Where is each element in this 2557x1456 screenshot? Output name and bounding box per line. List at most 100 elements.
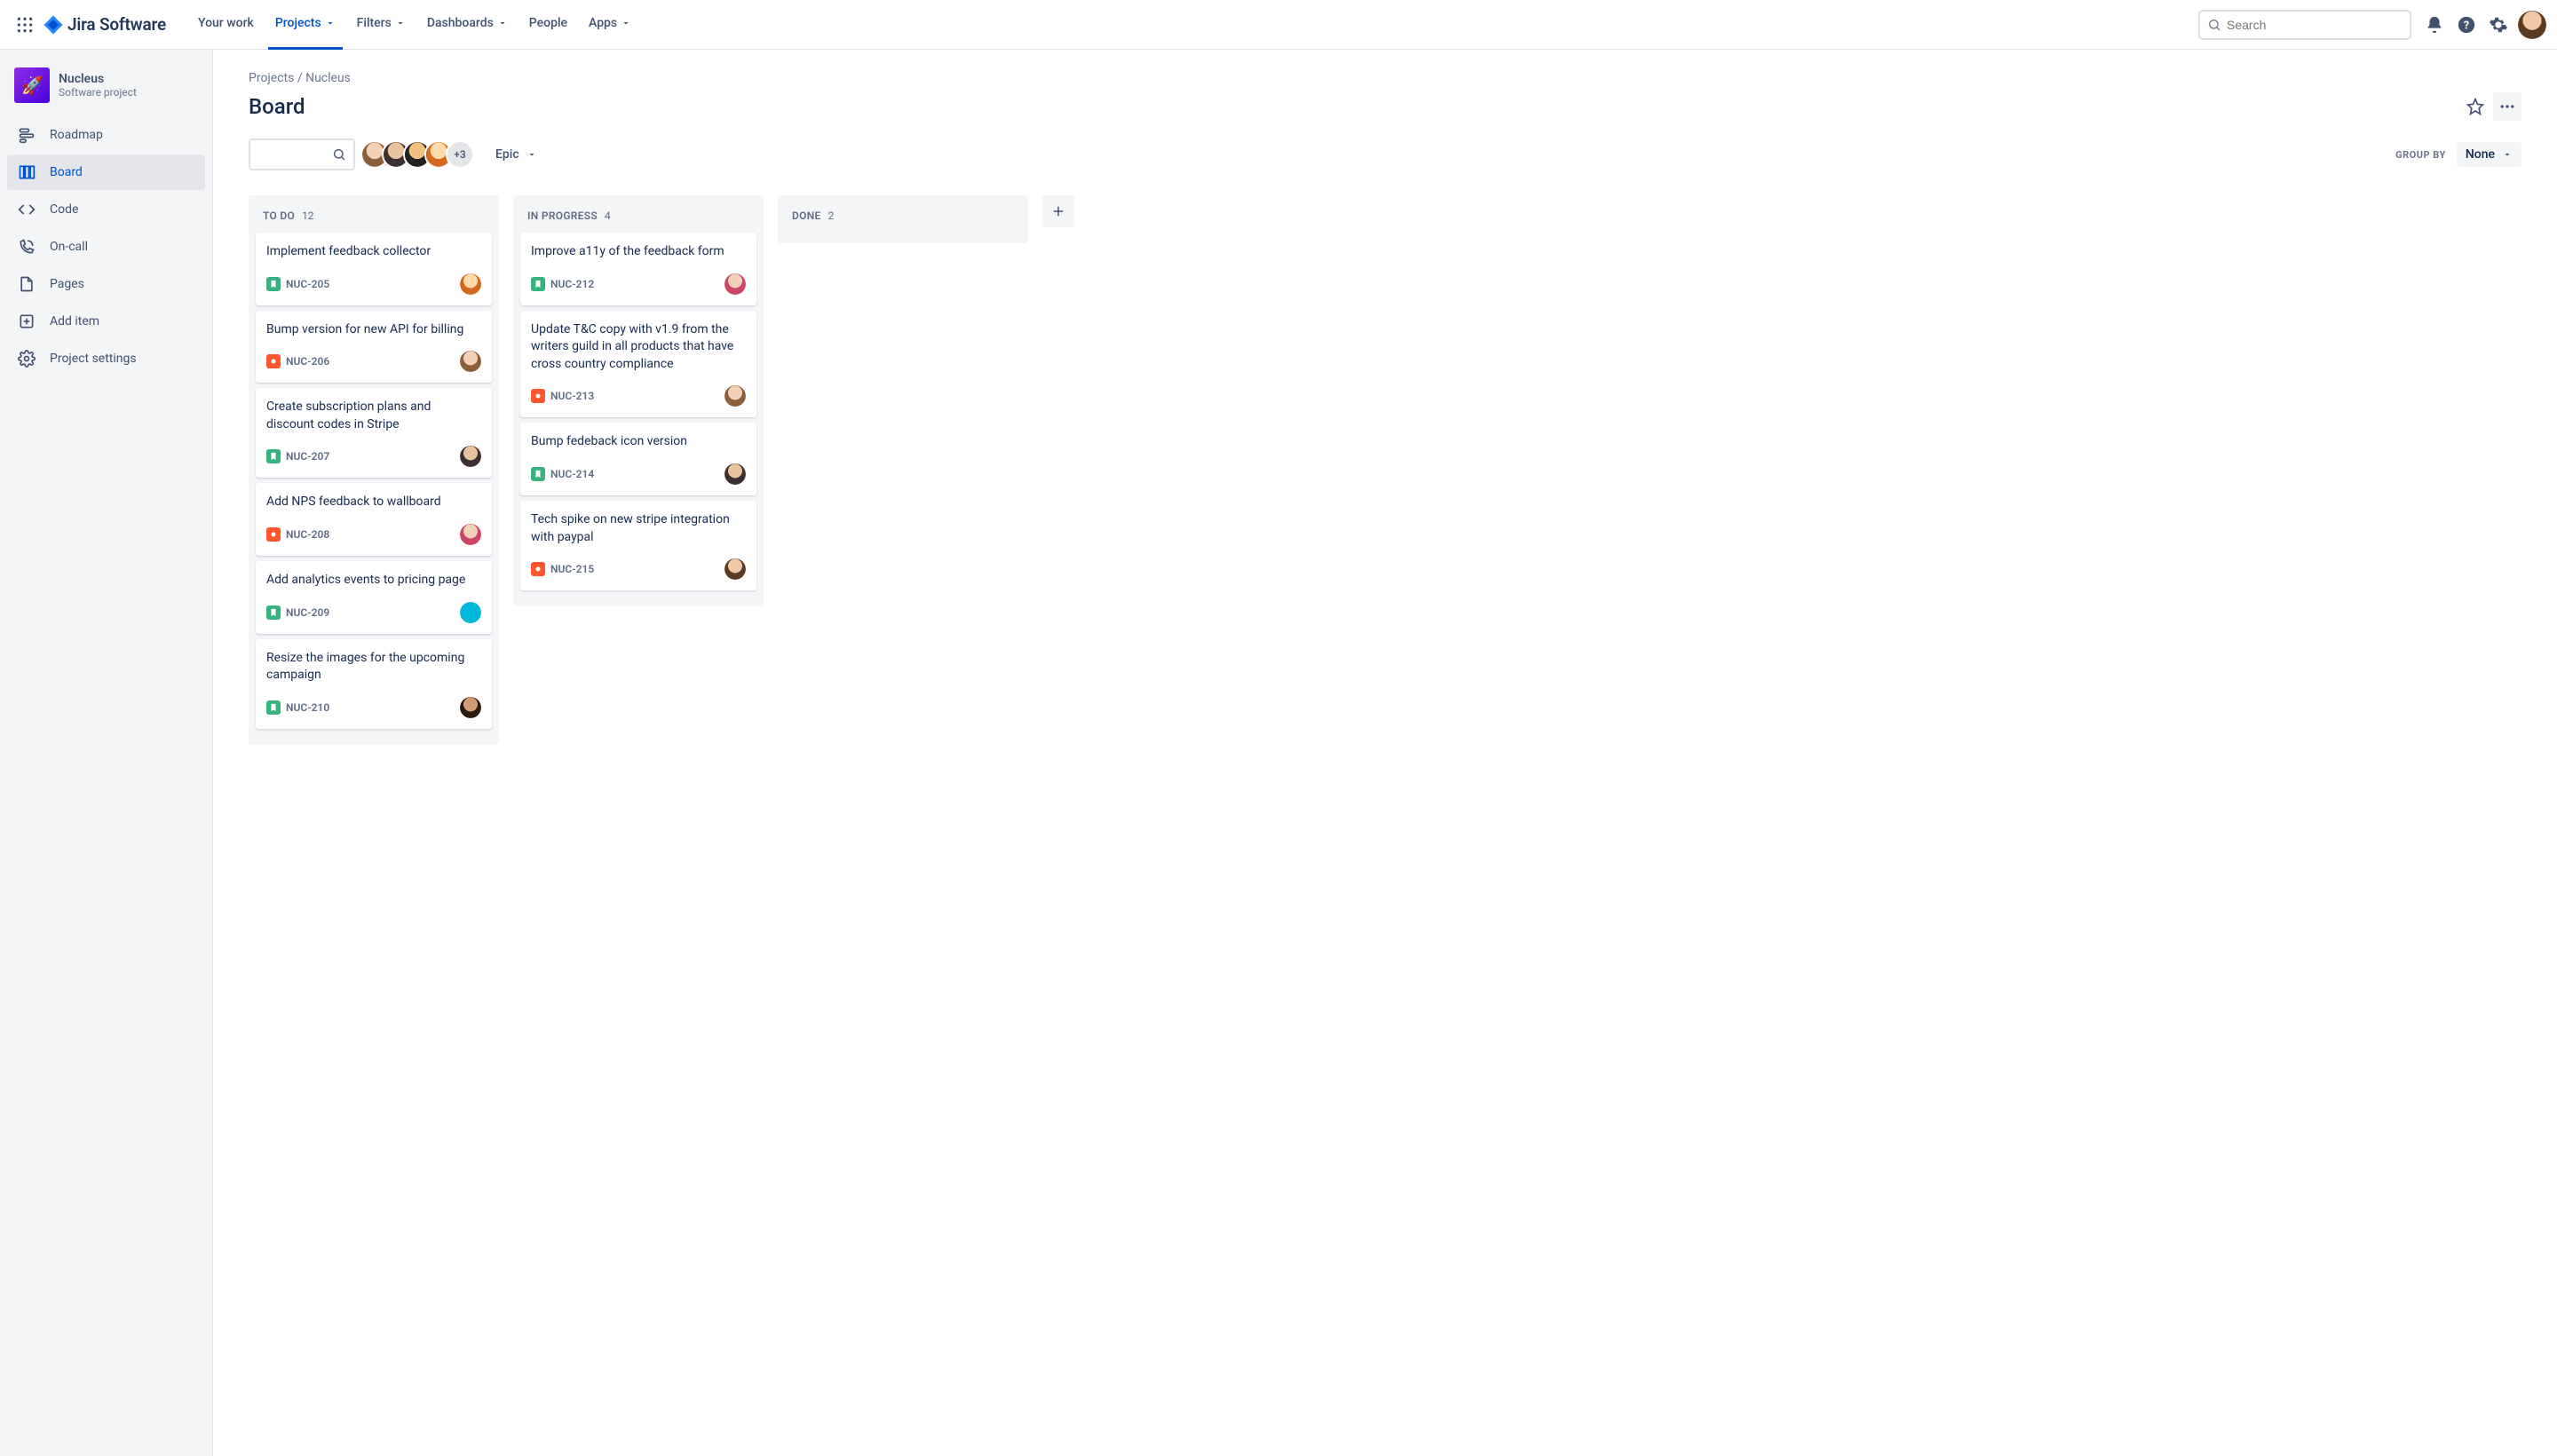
- sidebar-item-roadmap[interactable]: Roadmap: [7, 117, 205, 153]
- page-title: Board: [249, 94, 305, 119]
- epic-filter[interactable]: Epic: [495, 147, 537, 162]
- top-header: Jira Software Your workProjectsFiltersDa…: [0, 0, 2557, 50]
- search-input[interactable]: [2227, 18, 2403, 32]
- search-icon: [2207, 18, 2221, 32]
- assignee-avatar[interactable]: [460, 273, 481, 295]
- assignee-avatar[interactable]: [460, 524, 481, 545]
- assignee-avatar[interactable]: [460, 351, 481, 372]
- column-title: IN PROGRESS: [527, 210, 598, 222]
- sidebar-item-add-item[interactable]: Add item: [7, 304, 205, 339]
- settings-icon: [16, 348, 37, 369]
- code-icon: [16, 199, 37, 220]
- issue-key: NUC-209: [286, 606, 329, 619]
- assignee-avatar[interactable]: [724, 463, 746, 485]
- board-search[interactable]: [249, 138, 355, 170]
- card-title: Update T&C copy with v1.9 from the write…: [531, 321, 746, 374]
- notifications-icon[interactable]: [2420, 11, 2449, 39]
- svg-text:?: ?: [2464, 19, 2469, 32]
- card-title: Tech spike on new stripe integration wit…: [531, 511, 746, 546]
- assignee-avatar[interactable]: [724, 385, 746, 407]
- card-title: Improve a11y of the feedback form: [531, 243, 746, 261]
- project-header[interactable]: 🚀 Nucleus Software project: [7, 67, 205, 117]
- card-title: Resize the images for the upcoming campa…: [266, 650, 481, 684]
- help-icon[interactable]: ?: [2452, 11, 2481, 39]
- assignee-filter: +3: [368, 140, 474, 169]
- nav-projects[interactable]: Projects: [268, 0, 343, 50]
- sidebar-item-on-call[interactable]: On-call: [7, 229, 205, 265]
- sidebar-item-label: Code: [50, 202, 78, 217]
- chevron-down-icon: [395, 18, 406, 28]
- issue-card[interactable]: Implement feedback collectorNUC-205: [256, 233, 492, 305]
- column-title: TO DO: [263, 210, 295, 222]
- oncall-icon: [16, 236, 37, 257]
- issue-card[interactable]: Update T&C copy with v1.9 from the write…: [520, 311, 756, 418]
- sidebar-item-board[interactable]: Board: [7, 154, 205, 190]
- issue-key: NUC-207: [286, 450, 329, 463]
- nav-people[interactable]: People: [522, 0, 574, 50]
- settings-icon[interactable]: [2484, 11, 2513, 39]
- assignee-avatar[interactable]: [460, 446, 481, 467]
- kanban-board: TO DO12Implement feedback collectorNUC-2…: [249, 195, 2521, 745]
- assignee-avatar[interactable]: [724, 558, 746, 580]
- story-icon: [531, 467, 545, 481]
- issue-card[interactable]: Create subscription plans and discount c…: [256, 388, 492, 478]
- product-name: Jira Software: [67, 14, 166, 35]
- card-title: Create subscription plans and discount c…: [266, 399, 481, 433]
- jira-logo[interactable]: Jira Software: [43, 14, 166, 36]
- story-icon: [531, 277, 545, 291]
- bug-icon: [266, 527, 281, 542]
- bug-icon: [531, 389, 545, 403]
- story-icon: [266, 700, 281, 715]
- story-icon: [266, 449, 281, 463]
- card-title: Add analytics events to pricing page: [266, 572, 481, 590]
- pages-icon: [16, 273, 37, 295]
- nav-your-work[interactable]: Your work: [191, 0, 261, 50]
- group-by-select[interactable]: None: [2457, 142, 2521, 167]
- chevron-down-icon: [325, 18, 336, 28]
- story-icon: [266, 605, 281, 620]
- issue-card[interactable]: Resize the images for the upcoming campa…: [256, 639, 492, 729]
- more-actions-button[interactable]: [2493, 92, 2521, 121]
- issue-card[interactable]: Bump fedeback icon versionNUC-214: [520, 423, 756, 495]
- breadcrumb: Projects / Nucleus: [249, 71, 2521, 85]
- profile-avatar[interactable]: [2518, 11, 2546, 39]
- breadcrumb-parent[interactable]: Projects: [249, 71, 294, 85]
- avatar-more[interactable]: +3: [446, 140, 474, 169]
- column-count: 2: [828, 210, 835, 222]
- nav-dashboards[interactable]: Dashboards: [420, 0, 515, 50]
- sidebar-item-project-settings[interactable]: Project settings: [7, 341, 205, 376]
- group-by-label: GROUP BY: [2395, 149, 2446, 161]
- card-title: Bump fedeback icon version: [531, 433, 746, 451]
- project-icon: 🚀: [14, 67, 50, 103]
- column-title: DONE: [792, 210, 821, 222]
- app-switcher-icon[interactable]: [11, 11, 39, 39]
- chevron-down-icon: [621, 18, 631, 28]
- issue-card[interactable]: Add analytics events to pricing page NUC-…: [256, 561, 492, 634]
- project-type: Software project: [59, 86, 137, 99]
- project-sidebar: 🚀 Nucleus Software project RoadmapBoard C…: [0, 50, 213, 1456]
- chevron-down-icon: [497, 18, 508, 28]
- issue-card[interactable]: Tech spike on new stripe integration wit…: [520, 501, 756, 590]
- issue-key: NUC-205: [286, 278, 329, 290]
- bug-icon: [531, 562, 545, 576]
- nav-filters[interactable]: Filters: [350, 0, 413, 50]
- nav-apps[interactable]: Apps: [582, 0, 638, 50]
- story-icon: [266, 277, 281, 291]
- issue-card[interactable]: Add NPS feedback to wallboardNUC-208: [256, 483, 492, 556]
- chevron-down-icon: [526, 149, 537, 160]
- main-content: Projects / Nucleus Board: [213, 50, 2557, 1456]
- column-done: DONE 2: [778, 195, 1028, 243]
- star-button[interactable]: [2461, 92, 2490, 121]
- issue-card[interactable]: Bump version for new API for billingNUC-…: [256, 311, 492, 384]
- issue-card[interactable]: Improve a11y of the feedback formNUC-212: [520, 233, 756, 305]
- sidebar-item-pages[interactable]: Pages: [7, 266, 205, 302]
- board-icon: [16, 162, 37, 183]
- card-title: Bump version for new API for billing: [266, 321, 481, 339]
- assignee-avatar[interactable]: [724, 273, 746, 295]
- sidebar-item-label: Pages: [50, 277, 84, 291]
- assignee-avatar[interactable]: [460, 697, 481, 718]
- assignee-avatar[interactable]: [460, 602, 481, 623]
- sidebar-item-code[interactable]: Code: [7, 192, 205, 227]
- add-column-button[interactable]: [1042, 195, 1074, 227]
- global-search[interactable]: [2198, 10, 2411, 40]
